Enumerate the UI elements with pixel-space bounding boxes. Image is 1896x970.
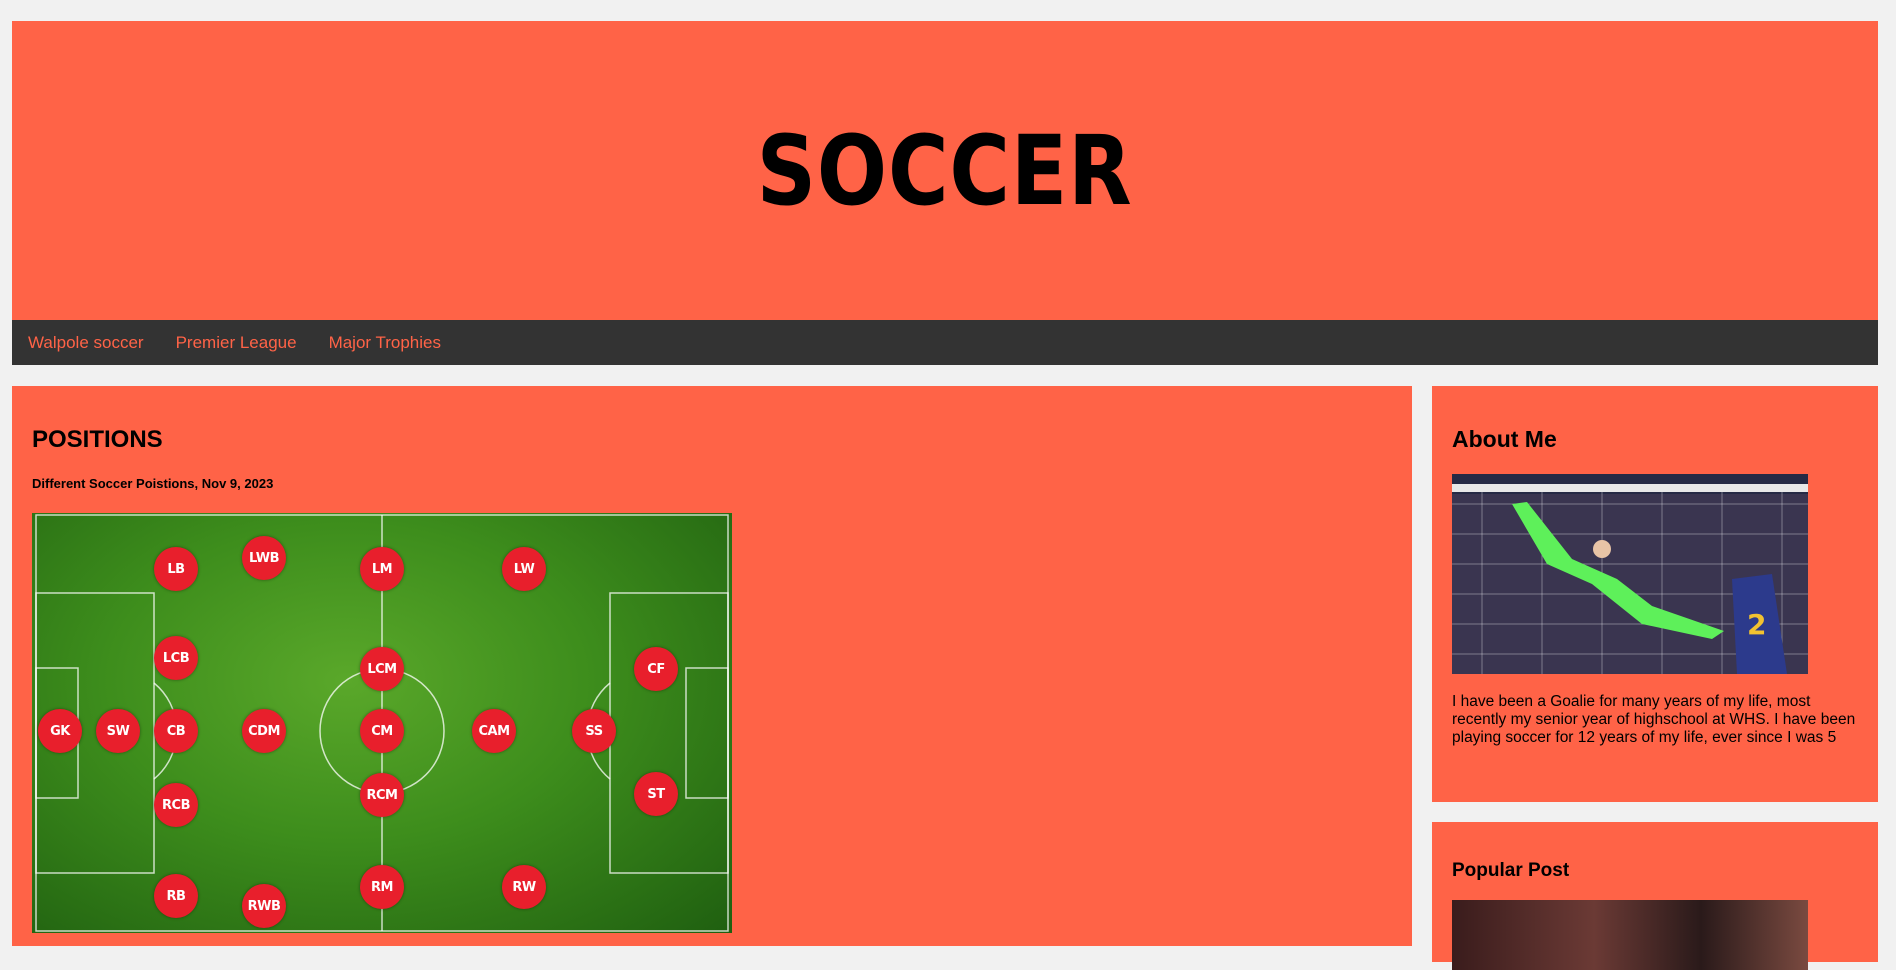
popular-post-image[interactable] [1452,900,1808,970]
nav-link-major-trophies[interactable]: Major Trophies [313,320,457,365]
position-marker-rb: RB [154,874,198,918]
position-marker-lcm: LCM [360,647,404,691]
position-marker-cm: CM [360,709,404,753]
goalkeeper-photo: 2 [1452,474,1808,674]
site-title: SOCCER [757,114,1133,227]
position-marker-cdm: CDM [242,709,286,753]
position-marker-cam: CAM [472,709,516,753]
position-marker-rm: RM [360,865,404,909]
position-marker-lcb: LCB [154,636,198,680]
about-me-card: About Me 2 I have been a Goalie for many… [1432,386,1878,802]
popular-post-title: Popular Post [1452,860,1570,881]
post-subtitle: Different Soccer Poistions, Nov 9, 2023 [32,476,274,491]
position-marker-sw: SW [96,709,140,753]
svg-text:2: 2 [1747,608,1766,641]
site-header: SOCCER [12,21,1878,320]
nav-link-walpole-soccer[interactable]: Walpole soccer [12,320,160,365]
position-marker-rwb: RWB [242,884,286,928]
goalkeeper-photo-art: 2 [1452,474,1808,674]
positions-pitch-image: LB LWB LM LW LCB LCM CF GK SW CB CDM CM … [32,513,732,933]
position-marker-lwb: LWB [242,536,286,580]
position-marker-cb: CB [154,709,198,753]
position-marker-cf: CF [634,647,678,691]
top-navigation: Walpole soccer Premier League Major Trop… [12,320,1878,365]
position-marker-rcb: RCB [154,783,198,827]
popular-post-card: Popular Post [1432,822,1878,970]
position-marker-gk: GK [38,709,82,753]
post-title: POSITIONS [32,426,163,453]
position-marker-lm: LM [360,547,404,591]
position-marker-lw: LW [502,547,546,591]
position-marker-st: ST [634,772,678,816]
about-text: I have been a Goalie for many years of m… [1452,693,1856,746]
main-post-card: POSITIONS Different Soccer Poistions, No… [12,386,1412,946]
nav-link-premier-league[interactable]: Premier League [160,320,313,365]
position-marker-rw: RW [502,865,546,909]
position-marker-rcm: RCM [360,773,404,817]
position-marker-ss: SS [572,709,616,753]
about-title: About Me [1452,426,1557,452]
position-marker-lb: LB [154,547,198,591]
